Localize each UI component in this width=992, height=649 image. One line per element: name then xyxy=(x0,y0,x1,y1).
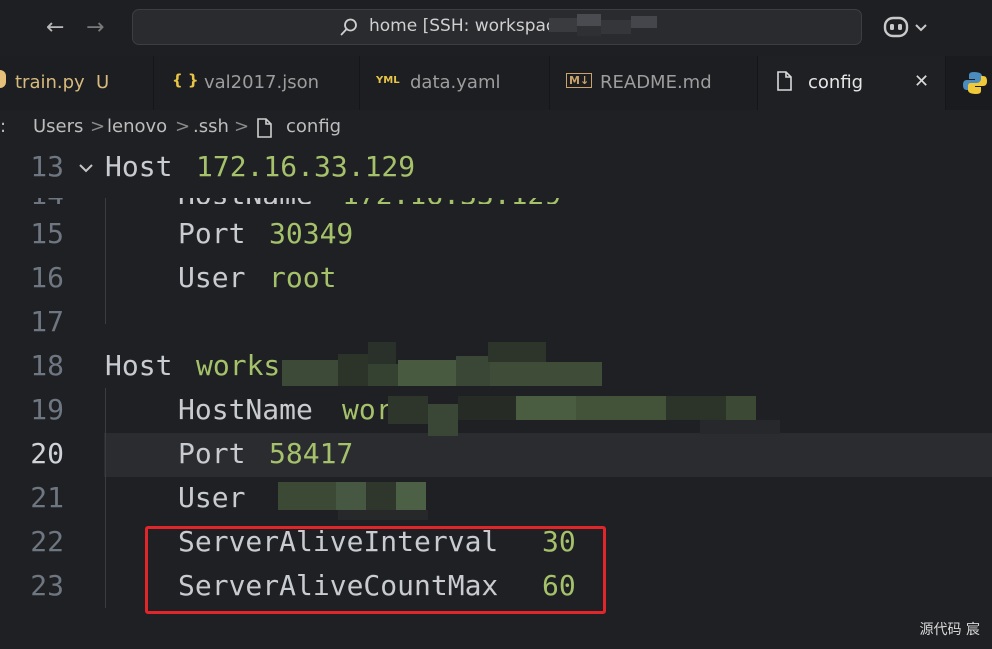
tab-readme-md[interactable]: M↓ README.md xyxy=(550,56,758,110)
code-value: works xyxy=(196,349,281,382)
breadcrumb-separator: > xyxy=(234,116,250,137)
line-number: 13 xyxy=(30,150,64,183)
line-number: 17 xyxy=(30,305,64,338)
breadcrumb-ssh[interactable]: .ssh xyxy=(193,116,229,137)
code-line-13[interactable]: 13 Host 172.16.33.129 xyxy=(0,146,992,190)
tab-bar: train.py U { } val2017.json YML data.yam… xyxy=(0,56,992,110)
markdown-icon: M↓ xyxy=(566,73,593,88)
line-number: 22 xyxy=(30,525,64,558)
code-value: wor xyxy=(342,393,393,426)
breadcrumb-separator: > xyxy=(175,116,191,137)
line-number: 16 xyxy=(30,261,64,294)
code-value: 30349 xyxy=(269,217,354,250)
tab-config[interactable]: config ✕ xyxy=(758,56,946,110)
annotation-highlight-box xyxy=(145,526,606,614)
breadcrumb-users[interactable]: Users xyxy=(33,116,83,137)
line-number: 19 xyxy=(30,393,64,426)
search-text: home [SSH: workspac xyxy=(369,16,556,36)
breadcrumb-drive[interactable]: : xyxy=(0,116,6,137)
breadcrumb-separator: > xyxy=(90,116,106,137)
sticky-scroll-shadow xyxy=(0,190,992,198)
breadcrumb-lenovo[interactable]: lenovo xyxy=(107,116,167,137)
untracked-badge: U xyxy=(96,72,110,93)
code-key: Host xyxy=(105,349,173,382)
command-center-search[interactable]: home [SSH: workspac xyxy=(132,9,862,45)
code-key: User xyxy=(178,481,246,514)
tab-val2017-json[interactable]: { } val2017.json xyxy=(154,56,360,110)
code-line-16[interactable]: 16 User root xyxy=(0,257,992,301)
breadcrumb-config[interactable]: config xyxy=(286,116,341,137)
tab-label: data.yaml xyxy=(410,72,501,93)
line-number: 20 xyxy=(30,437,64,470)
tab-label: config xyxy=(808,72,864,93)
code-key: User xyxy=(178,261,246,294)
line-number: 15 xyxy=(30,217,64,250)
tab-train-py[interactable]: train.py U xyxy=(0,56,154,110)
file-icon xyxy=(777,71,792,91)
forward-arrow-icon[interactable]: → xyxy=(86,14,104,42)
code-value: 58417 xyxy=(269,437,354,470)
code-key: Port xyxy=(178,437,246,470)
copilot-icon[interactable] xyxy=(882,14,930,42)
search-icon xyxy=(340,18,357,36)
line-number: 18 xyxy=(30,349,64,382)
title-bar: ← → home [SSH: workspac xyxy=(0,0,992,56)
yaml-icon: YML xyxy=(376,75,400,86)
json-icon: { } xyxy=(172,71,199,89)
code-line-21[interactable]: 21 User xyxy=(0,477,992,521)
fold-chevron-icon[interactable] xyxy=(76,158,96,178)
python-icon xyxy=(0,70,6,88)
code-editor[interactable]: 13 Host 172.16.33.129 14 HostName 172.16… xyxy=(0,146,992,649)
close-icon[interactable]: ✕ xyxy=(914,71,929,92)
code-key: Port xyxy=(178,217,246,250)
code-line-15[interactable]: 15 Port 30349 xyxy=(0,213,992,257)
python-logo-icon[interactable] xyxy=(962,70,988,96)
line-number: 21 xyxy=(30,481,64,514)
tab-data-yaml[interactable]: YML data.yaml xyxy=(360,56,550,110)
watermark: 源代码 宸 xyxy=(919,622,980,638)
tab-label: train.py xyxy=(15,72,85,93)
code-line-17[interactable]: 17 xyxy=(0,301,992,345)
code-value: root xyxy=(269,261,337,294)
code-key: Host xyxy=(105,150,173,183)
code-key: HostName xyxy=(178,393,313,426)
tab-label: README.md xyxy=(600,72,712,93)
file-icon xyxy=(257,118,272,138)
line-number: 23 xyxy=(30,569,64,602)
tab-label: val2017.json xyxy=(204,72,320,93)
code-line-20[interactable]: 20 Port 58417 xyxy=(0,433,992,477)
back-arrow-icon[interactable]: ← xyxy=(46,14,64,42)
code-value: 172.16.33.129 xyxy=(196,150,416,183)
